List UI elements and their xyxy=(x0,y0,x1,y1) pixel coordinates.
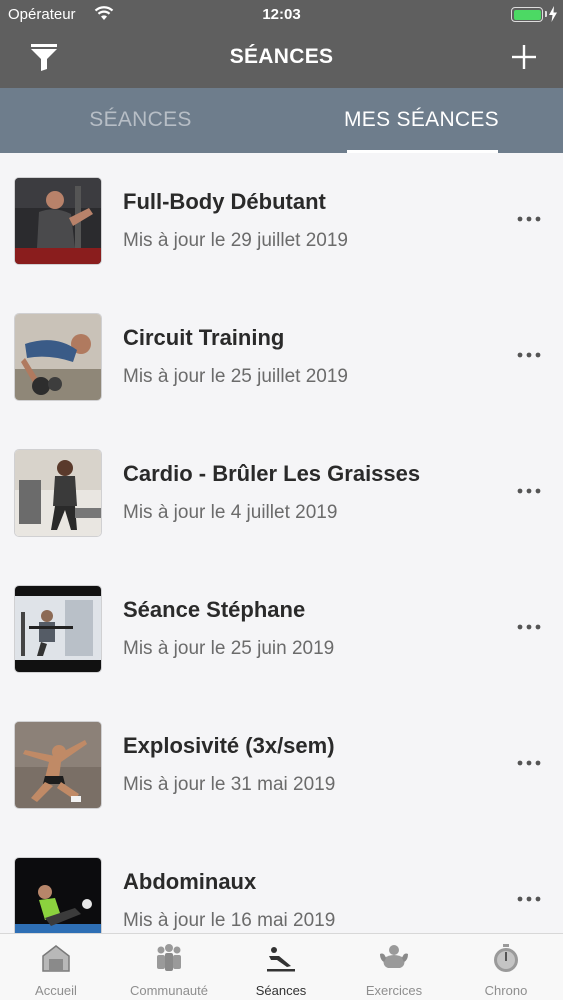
session-thumbnail xyxy=(15,858,101,933)
session-name: Cardio - Brûler Les Graisses xyxy=(123,461,421,486)
session-thumbnail xyxy=(15,586,101,672)
tab-mes-seances[interactable]: MES SÉANCES xyxy=(281,88,562,153)
session-date: Mis à jour le 25 juin 2019 xyxy=(123,638,335,659)
sessions-list: Full-Body Débutant Mis à jour le 29 juil… xyxy=(0,153,563,933)
session-name: Full-Body Débutant xyxy=(123,189,326,214)
tabbar-label: Séances xyxy=(255,983,307,998)
session-thumbnail xyxy=(15,314,101,400)
tabbar-item-seances[interactable]: Séances xyxy=(225,934,337,1000)
session-thumbnail xyxy=(15,722,101,808)
plus-icon[interactable] xyxy=(511,44,537,70)
session-name: Explosivité (3x/sem) xyxy=(123,733,335,758)
session-date: Mis à jour le 31 mai 2019 xyxy=(123,774,336,795)
session-name: Abdominaux xyxy=(123,869,257,894)
tabbar-item-chrono[interactable]: Chrono xyxy=(450,934,562,1000)
session-row[interactable]: Explosivité (3x/sem) Mis à jour le 31 ma… xyxy=(0,697,563,833)
charging-icon xyxy=(549,6,557,22)
tabbar-item-accueil[interactable]: Accueil xyxy=(0,934,112,1000)
muscle-icon xyxy=(380,945,408,968)
session-thumbnail xyxy=(15,450,101,536)
workout-icon xyxy=(267,947,295,972)
session-row[interactable]: Full-Body Débutant Mis à jour le 29 juil… xyxy=(0,153,563,289)
navigation-bar: SÉANCES xyxy=(0,30,563,88)
session-name: Circuit Training xyxy=(123,325,285,350)
tabbar-item-communaute[interactable]: Communauté xyxy=(113,934,225,1000)
session-date: Mis à jour le 4 juillet 2019 xyxy=(123,502,338,523)
session-date: Mis à jour le 29 juillet 2019 xyxy=(123,230,348,251)
session-row[interactable]: Séance Stéphane Mis à jour le 25 juin 20… xyxy=(0,561,563,697)
session-row[interactable]: Cardio - Brûler Les Graisses Mis à jour … xyxy=(0,425,563,561)
stopwatch-icon xyxy=(494,944,518,972)
tab-seances[interactable]: SÉANCES xyxy=(0,88,281,153)
more-options-icon[interactable] xyxy=(514,345,544,365)
session-date: Mis à jour le 16 mai 2019 xyxy=(123,910,336,931)
session-row[interactable]: Abdominaux Mis à jour le 16 mai 2019 xyxy=(0,833,563,933)
page-title: SÉANCES xyxy=(229,45,334,68)
battery-cap xyxy=(545,11,547,17)
session-row[interactable]: Circuit Training Mis à jour le 25 juille… xyxy=(0,289,563,425)
more-options-icon[interactable] xyxy=(514,481,544,501)
home-icon xyxy=(42,945,70,972)
clock: 12:03 xyxy=(262,6,301,23)
tabbar-label: Chrono xyxy=(484,983,528,998)
battery-icon xyxy=(511,7,543,22)
tabbar-label: Exercices xyxy=(365,983,423,998)
more-options-icon[interactable] xyxy=(514,617,544,637)
more-options-icon[interactable] xyxy=(514,209,544,229)
status-bar: Opérateur 12:03 xyxy=(0,0,563,30)
session-date: Mis à jour le 25 juillet 2019 xyxy=(123,366,348,387)
more-options-icon[interactable] xyxy=(514,753,544,773)
tabbar-label: Accueil xyxy=(35,983,77,998)
segment-tabs: SÉANCES MES SÉANCES xyxy=(0,88,563,153)
more-options-icon[interactable] xyxy=(514,889,544,909)
community-icon xyxy=(157,944,181,971)
session-name: Séance Stéphane xyxy=(123,597,306,622)
tabbar-item-exercices[interactable]: Exercices xyxy=(338,934,450,1000)
tabbar-label: Communauté xyxy=(129,983,209,998)
bottom-tab-bar: Accueil Communauté Séances Exercices Chr… xyxy=(0,933,563,1000)
session-thumbnail xyxy=(15,178,101,264)
